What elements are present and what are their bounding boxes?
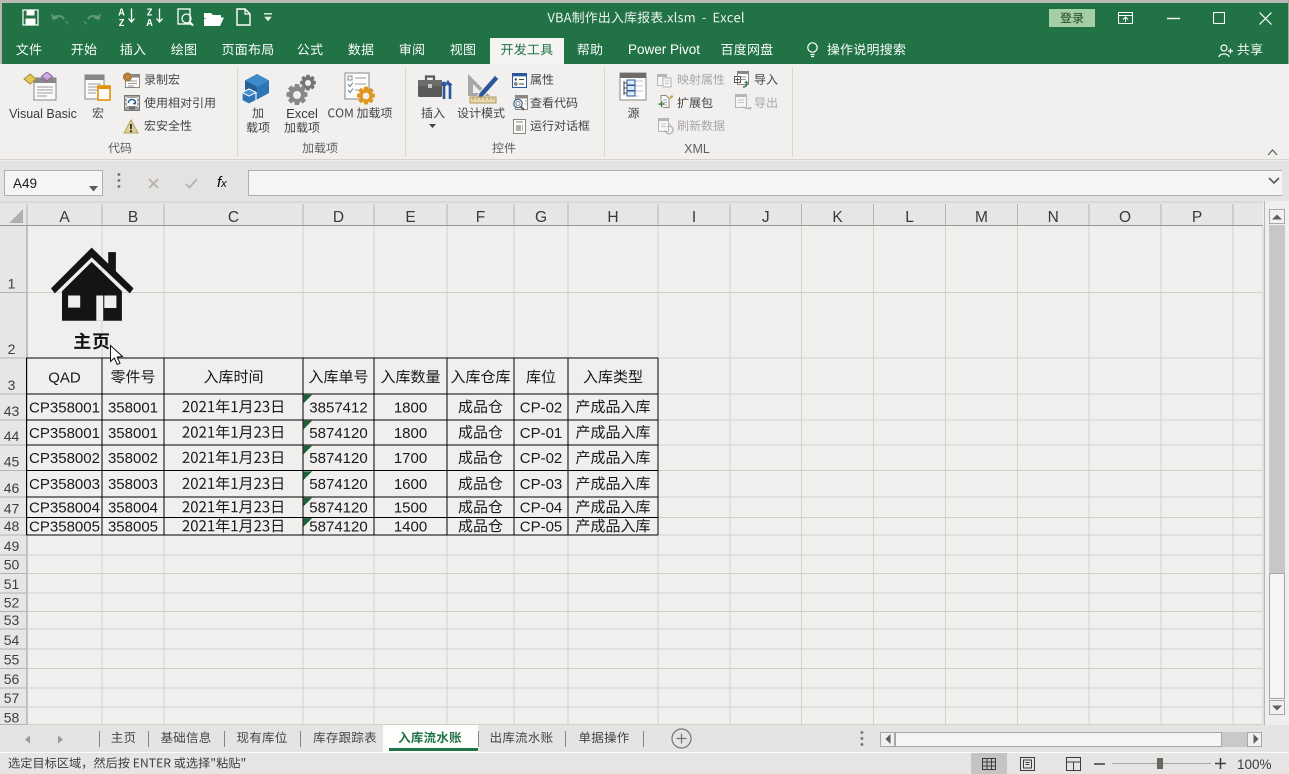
svg-text:P: P — [1192, 209, 1202, 226]
svg-text:CP-01: CP-01 — [520, 425, 563, 442]
svg-text:1: 1 — [8, 276, 16, 292]
svg-text:52: 52 — [4, 595, 20, 611]
svg-text:3857412: 3857412 — [309, 399, 367, 416]
svg-text:A: A — [59, 209, 70, 226]
svg-text:I: I — [692, 209, 696, 226]
svg-text:358003: 358003 — [108, 476, 158, 493]
svg-text:N: N — [1048, 209, 1059, 226]
svg-text:1800: 1800 — [394, 399, 427, 416]
svg-text:CP358005: CP358005 — [29, 519, 100, 536]
svg-text:CP-02: CP-02 — [520, 399, 563, 416]
svg-text:45: 45 — [4, 454, 20, 470]
svg-text:54: 54 — [4, 632, 20, 648]
svg-text:CP358004: CP358004 — [29, 500, 100, 517]
svg-text:1400: 1400 — [394, 519, 427, 536]
svg-text:1700: 1700 — [394, 450, 427, 467]
svg-text:50: 50 — [4, 557, 20, 573]
svg-text:CP358001: CP358001 — [29, 399, 100, 416]
svg-text:46: 46 — [4, 480, 20, 496]
svg-text:H: H — [607, 209, 618, 226]
svg-text:B: B — [128, 209, 138, 226]
svg-text:L: L — [905, 209, 914, 226]
svg-text:M: M — [975, 209, 988, 226]
svg-text:58: 58 — [4, 710, 20, 726]
svg-text:CP-03: CP-03 — [520, 476, 563, 493]
svg-text:358005: 358005 — [108, 519, 158, 536]
svg-text:358004: 358004 — [108, 500, 158, 517]
svg-text:CP358001: CP358001 — [29, 425, 100, 442]
svg-text:G: G — [535, 209, 547, 226]
svg-text:CP358003: CP358003 — [29, 476, 100, 493]
svg-text:47: 47 — [4, 500, 20, 516]
svg-text:F: F — [476, 209, 485, 226]
svg-text:3: 3 — [8, 377, 16, 393]
svg-text:49: 49 — [4, 538, 20, 554]
svg-text:358001: 358001 — [108, 399, 158, 416]
svg-text:48: 48 — [4, 518, 20, 534]
svg-text:44: 44 — [4, 428, 20, 444]
svg-text:CP-05: CP-05 — [520, 519, 563, 536]
svg-text:C: C — [228, 209, 239, 226]
svg-text:57: 57 — [4, 690, 20, 706]
svg-text:1800: 1800 — [394, 425, 427, 442]
svg-text:2: 2 — [8, 341, 16, 357]
svg-text:J: J — [762, 209, 770, 226]
svg-text:358001: 358001 — [108, 425, 158, 442]
svg-text:51: 51 — [4, 576, 20, 592]
svg-text:55: 55 — [4, 652, 20, 668]
svg-text:CP-04: CP-04 — [520, 500, 563, 517]
svg-text:5874120: 5874120 — [309, 500, 367, 517]
svg-text:1600: 1600 — [394, 476, 427, 493]
svg-text:358002: 358002 — [108, 450, 158, 467]
svg-text:56: 56 — [4, 671, 20, 687]
svg-text:5874120: 5874120 — [309, 519, 367, 536]
svg-text:43: 43 — [4, 403, 20, 419]
svg-text:5874120: 5874120 — [309, 450, 367, 467]
svg-text:K: K — [832, 209, 843, 226]
svg-text:5874120: 5874120 — [309, 425, 367, 442]
svg-text:O: O — [1119, 209, 1131, 226]
svg-text:CP358002: CP358002 — [29, 450, 100, 467]
svg-text:QAD: QAD — [48, 369, 81, 386]
svg-text:5874120: 5874120 — [309, 476, 367, 493]
svg-text:1500: 1500 — [394, 500, 427, 517]
svg-text:E: E — [405, 209, 415, 226]
svg-text:53: 53 — [4, 612, 20, 628]
svg-text:CP-02: CP-02 — [520, 450, 563, 467]
svg-text:D: D — [333, 209, 344, 226]
